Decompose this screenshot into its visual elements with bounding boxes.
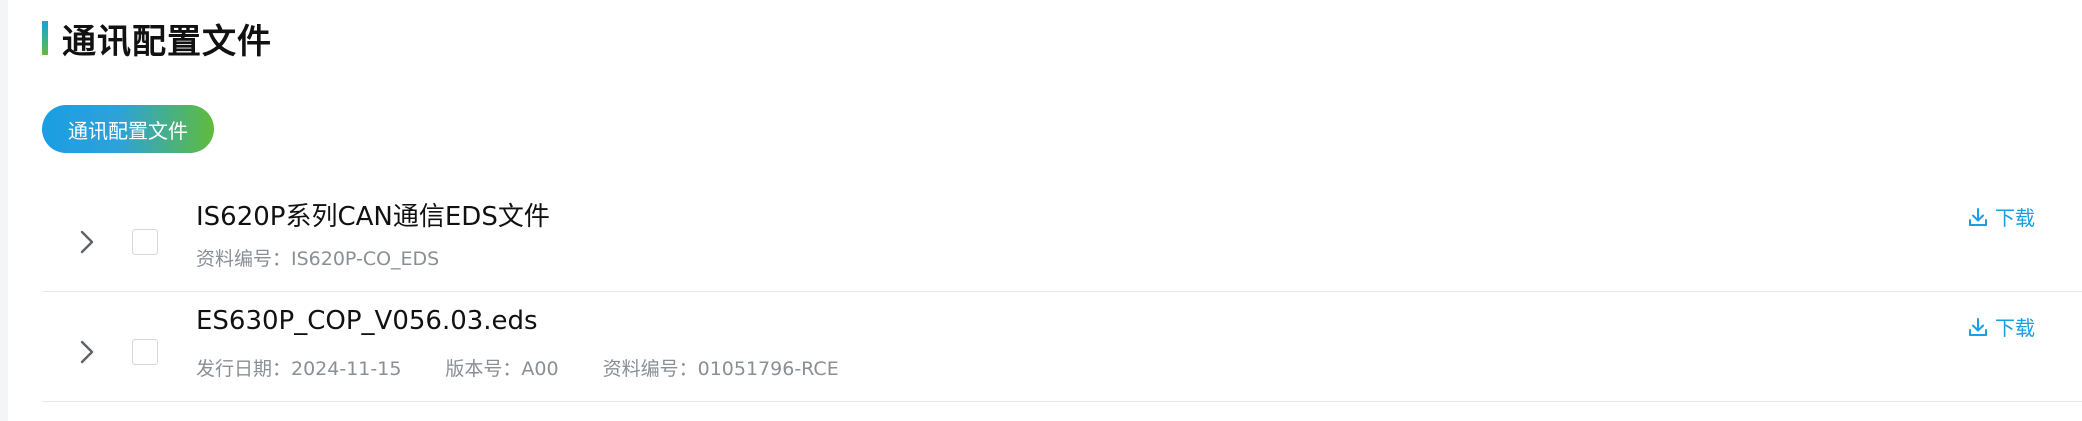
download-label: 下载 bbox=[1995, 206, 2035, 230]
file-row: IS620P系列CAN通信EDS文件 资料编号：IS620P-CO_EDS 下载 bbox=[42, 182, 2082, 292]
download-icon bbox=[1969, 317, 1987, 336]
left-rail bbox=[0, 0, 8, 421]
meta-doc-no: 资料编号：IS620P-CO_EDS bbox=[196, 248, 440, 270]
chevron-right-icon[interactable] bbox=[76, 338, 98, 366]
tab-communication-config[interactable]: 通讯配置文件 bbox=[42, 105, 214, 153]
file-title[interactable]: ES630P_COP_V056.03.eds bbox=[196, 306, 538, 336]
download-button[interactable]: 下载 bbox=[1967, 202, 2035, 231]
file-row: ES630P_COP_V056.03.eds 发行日期：2024-11-15 版… bbox=[42, 292, 2082, 402]
file-list: IS620P系列CAN通信EDS文件 资料编号：IS620P-CO_EDS 下载… bbox=[42, 182, 2082, 402]
meta-version: 版本号：A00 bbox=[445, 358, 559, 380]
file-select-checkbox[interactable] bbox=[132, 229, 158, 255]
download-label: 下载 bbox=[1995, 316, 2035, 340]
download-icon bbox=[1969, 207, 1987, 226]
section-accent-bar bbox=[42, 21, 48, 55]
chevron-right-icon[interactable] bbox=[76, 228, 98, 256]
meta-release-date: 发行日期：2024-11-15 bbox=[196, 358, 402, 380]
section-title: 通讯配置文件 bbox=[62, 21, 272, 62]
meta-doc-no: 资料编号：01051796-RCE bbox=[602, 358, 839, 380]
file-select-checkbox[interactable] bbox=[132, 339, 158, 365]
file-meta: 资料编号：IS620P-CO_EDS bbox=[196, 244, 483, 271]
file-title[interactable]: IS620P系列CAN通信EDS文件 bbox=[196, 196, 550, 233]
section-header: 通讯配置文件 bbox=[42, 18, 272, 62]
file-meta: 发行日期：2024-11-15 版本号：A00 资料编号：01051796-RC… bbox=[196, 354, 883, 381]
download-button[interactable]: 下载 bbox=[1967, 312, 2035, 341]
